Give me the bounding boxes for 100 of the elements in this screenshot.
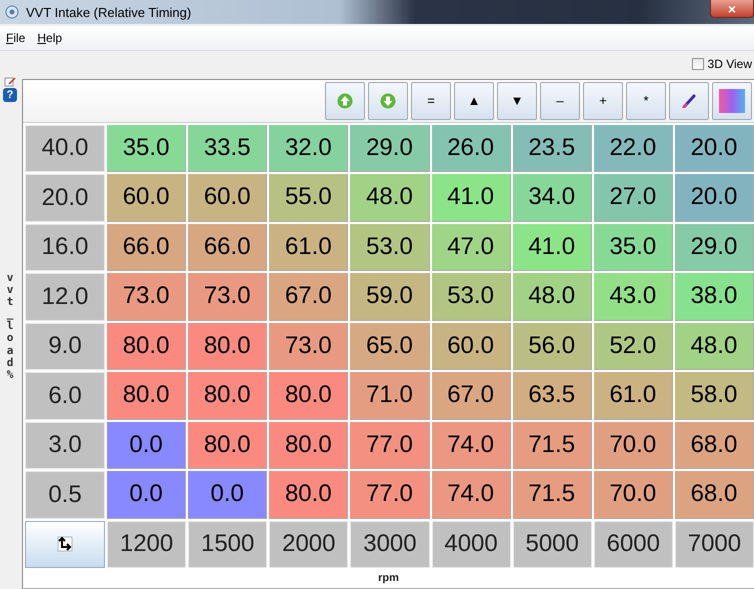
table-cell[interactable]: 23.5: [512, 124, 592, 172]
table-cell[interactable]: 61.0: [269, 224, 348, 271]
table-cell[interactable]: 0.0: [107, 471, 186, 518]
table-cell[interactable]: 66.0: [188, 224, 268, 271]
table-cell[interactable]: 80.0: [269, 422, 348, 469]
table-cell[interactable]: 71.5: [512, 422, 592, 469]
axis-swap-button[interactable]: [25, 520, 105, 568]
column-header: 4000: [432, 520, 511, 568]
table-cell[interactable]: 59.0: [350, 273, 430, 320]
column-header: 1500: [188, 520, 268, 568]
table-cell[interactable]: 74.0: [432, 471, 511, 518]
table-cell[interactable]: 32.0: [269, 124, 348, 172]
table-cell[interactable]: 77.0: [350, 471, 430, 518]
table-cell[interactable]: 80.0: [107, 372, 186, 420]
table-cell[interactable]: 60.0: [107, 174, 186, 222]
menu-item[interactable]: File: [6, 31, 26, 45]
table-cell[interactable]: 68.0: [674, 422, 754, 469]
table-cell[interactable]: 60.0: [432, 322, 511, 370]
row-header: 20.0: [25, 174, 105, 222]
toolbar-button[interactable]: *: [626, 82, 666, 120]
table-cell[interactable]: 80.0: [188, 322, 268, 370]
toolbar-button[interactable]: ▲: [454, 82, 494, 120]
checkbox-icon[interactable]: [692, 58, 704, 70]
table-cell[interactable]: 48.0: [512, 273, 592, 320]
table-cell[interactable]: 47.0: [432, 224, 511, 271]
table-cell[interactable]: 67.0: [432, 372, 511, 420]
table-cell[interactable]: 73.0: [107, 273, 186, 320]
table-cell[interactable]: 53.0: [350, 224, 430, 271]
table-cell[interactable]: 55.0: [269, 174, 348, 222]
table-cell[interactable]: 58.0: [674, 372, 754, 420]
table-cell[interactable]: 80.0: [269, 372, 348, 420]
table-cell[interactable]: 74.0: [432, 422, 511, 469]
table-cell[interactable]: 65.0: [350, 322, 430, 370]
toolbar-button[interactable]: ▼: [497, 82, 537, 120]
table-cell[interactable]: 80.0: [188, 422, 268, 469]
column-header: 3000: [350, 520, 430, 568]
table-cell[interactable]: 73.0: [269, 322, 348, 370]
table-cell[interactable]: 48.0: [350, 174, 430, 222]
table-cell[interactable]: 80.0: [269, 471, 348, 518]
column-header: 1200: [107, 520, 186, 568]
column-header: 2000: [269, 520, 348, 568]
3d-view-checkbox[interactable]: 3D View: [692, 57, 752, 71]
gradient-icon: [719, 88, 745, 113]
table-cell[interactable]: 26.0: [432, 124, 511, 172]
table-cell[interactable]: 35.0: [107, 124, 186, 172]
table-cell[interactable]: 61.0: [594, 372, 673, 420]
axis-label: rpm: [377, 571, 400, 586]
axis-label: vvt_load %: [6, 272, 14, 381]
menu-item[interactable]: Help: [37, 31, 62, 45]
table-cell[interactable]: 63.5: [512, 372, 592, 420]
table-cell[interactable]: 73.0: [188, 273, 268, 320]
column-header: 5000: [512, 520, 592, 568]
up-button[interactable]: [325, 82, 365, 120]
table-cell[interactable]: 80.0: [188, 372, 268, 420]
table-cell[interactable]: 53.0: [432, 273, 511, 320]
corner-arrow-icon: [56, 535, 74, 554]
table-cell[interactable]: 43.0: [594, 273, 673, 320]
table-cell[interactable]: 70.0: [594, 422, 673, 469]
down-button[interactable]: [368, 82, 408, 120]
color-button[interactable]: [712, 82, 752, 120]
table-cell[interactable]: 20.0: [674, 124, 754, 172]
app-icon: [4, 4, 20, 20]
table-cell[interactable]: 20.0: [674, 174, 754, 222]
row-header: 40.0: [25, 124, 105, 172]
row-header: 16.0: [25, 224, 105, 271]
row-header: 3.0: [25, 422, 105, 469]
table-cell[interactable]: 0.0: [107, 422, 186, 469]
table-cell[interactable]: 66.0: [107, 224, 186, 271]
pen-icon: [682, 94, 696, 108]
table-cell[interactable]: 41.0: [432, 174, 511, 222]
table-cell[interactable]: 48.0: [674, 322, 754, 370]
table-cell[interactable]: 70.0: [594, 471, 673, 518]
table-cell[interactable]: 60.0: [188, 174, 268, 222]
table-cell[interactable]: 33.5: [188, 124, 268, 172]
table-cell[interactable]: 41.0: [512, 224, 592, 271]
table-cell[interactable]: 34.0: [512, 174, 592, 222]
table-cell[interactable]: 56.0: [512, 322, 592, 370]
table-cell[interactable]: 77.0: [350, 422, 430, 469]
table-cell[interactable]: 71.5: [512, 471, 592, 518]
table-cell[interactable]: 38.0: [674, 273, 754, 320]
table-cell[interactable]: 29.0: [674, 224, 754, 271]
pen-button[interactable]: [669, 82, 709, 120]
row-header: 9.0: [25, 322, 105, 370]
note-icon[interactable]: [4, 77, 16, 87]
table-cell[interactable]: 71.0: [350, 372, 430, 420]
toolbar-button[interactable]: =: [411, 82, 451, 120]
table-cell[interactable]: 80.0: [107, 322, 186, 370]
table-cell[interactable]: 27.0: [594, 174, 673, 222]
table-cell[interactable]: 0.0: [188, 471, 268, 518]
help-icon[interactable]: ?: [3, 88, 17, 102]
toolbar-button[interactable]: +: [583, 82, 623, 120]
table-cell[interactable]: 68.0: [674, 471, 754, 518]
table-cell[interactable]: 35.0: [594, 224, 673, 271]
table-cell[interactable]: 52.0: [594, 322, 673, 370]
column-header: 6000: [594, 520, 673, 568]
toolbar-button[interactable]: –: [540, 82, 580, 120]
row-header: 6.0: [25, 372, 105, 420]
table-cell[interactable]: 29.0: [350, 124, 430, 172]
table-cell[interactable]: 22.0: [594, 124, 673, 172]
table-cell[interactable]: 67.0: [269, 273, 348, 320]
